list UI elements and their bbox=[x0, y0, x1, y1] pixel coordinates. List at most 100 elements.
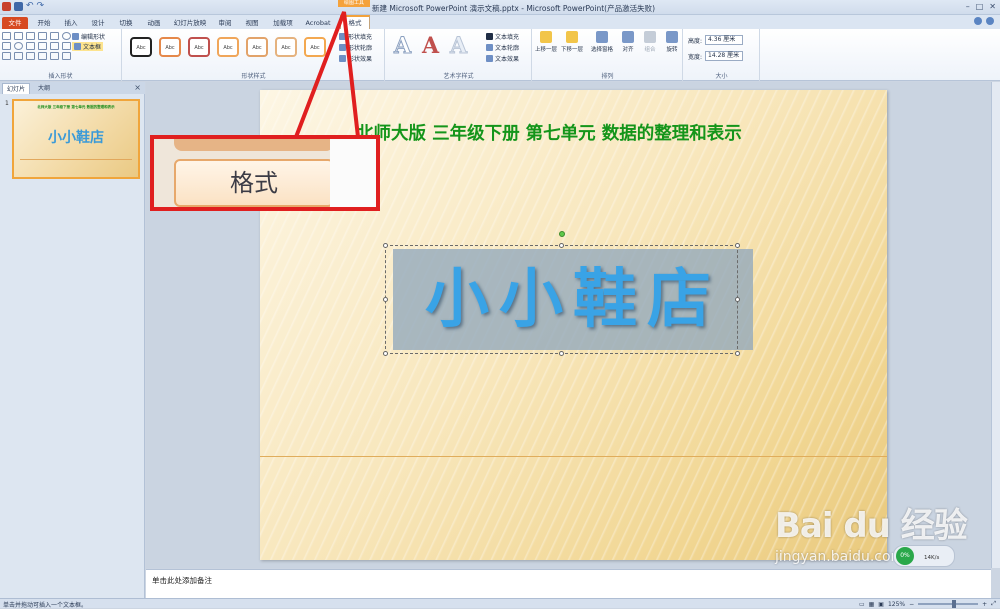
zoom-slider-thumb[interactable] bbox=[952, 600, 957, 608]
height-input[interactable]: 4.36 厘米 bbox=[705, 35, 744, 45]
rotation-handle[interactable] bbox=[559, 231, 565, 237]
normal-view-icon[interactable]: ▭ bbox=[859, 601, 865, 608]
tab-design[interactable]: 设计 bbox=[86, 17, 110, 29]
shape-scroll-icon[interactable] bbox=[62, 52, 71, 60]
powerpoint-app-icon[interactable] bbox=[2, 2, 11, 11]
tab-addins[interactable]: 加载项 bbox=[268, 17, 298, 29]
redo-icon[interactable]: ↷ bbox=[37, 2, 45, 11]
shape-style-swatch[interactable]: Abc bbox=[304, 37, 326, 57]
shape-outline-button[interactable]: 形状轮廓 bbox=[339, 43, 372, 52]
zoom-out-icon[interactable]: − bbox=[909, 601, 914, 608]
shape-effects-button[interactable]: 形状效果 bbox=[339, 54, 372, 63]
bring-forward-icon bbox=[540, 31, 552, 43]
text-box-button[interactable]: 文本框 bbox=[72, 42, 104, 51]
zoom-in-icon[interactable]: + bbox=[982, 601, 987, 608]
tab-slides[interactable]: 幻灯片 bbox=[2, 83, 31, 94]
tab-acrobat[interactable]: Acrobat bbox=[302, 17, 334, 29]
close-pane-icon[interactable]: × bbox=[134, 83, 141, 92]
shape-more-icon[interactable] bbox=[62, 42, 71, 50]
shape-triangle-icon[interactable] bbox=[26, 42, 35, 50]
wordart-style-plain[interactable]: A bbox=[393, 33, 411, 60]
fit-slide-icon[interactable]: ⤢ bbox=[991, 600, 996, 608]
shape-brace-icon[interactable] bbox=[26, 52, 35, 60]
bring-forward-button[interactable]: 上移一层 bbox=[535, 31, 557, 53]
baidu-logo: Bai du 经验 bbox=[775, 506, 968, 546]
shape-textbox-icon[interactable] bbox=[14, 32, 23, 40]
width-input[interactable]: 14.28 厘米 bbox=[705, 51, 744, 61]
tab-home[interactable]: 开始 bbox=[32, 17, 56, 29]
close-icon[interactable]: ✕ bbox=[989, 2, 996, 11]
align-button[interactable]: 对齐 bbox=[617, 31, 639, 53]
shape-style-swatch[interactable]: Abc bbox=[188, 37, 210, 57]
help-icon[interactable] bbox=[986, 17, 994, 25]
wordart-style-light[interactable]: A bbox=[449, 33, 467, 60]
resize-handle[interactable] bbox=[559, 243, 564, 248]
tab-outline[interactable]: 大纲 bbox=[34, 83, 54, 94]
save-icon[interactable] bbox=[14, 2, 23, 11]
shape-style-swatch[interactable]: Abc bbox=[130, 37, 152, 57]
text-fill-button[interactable]: 文本填充 bbox=[486, 32, 519, 41]
tab-slideshow[interactable]: 幻灯片放映 bbox=[170, 17, 210, 29]
tab-file[interactable]: 文件 bbox=[2, 17, 28, 29]
shape-rectangle-icon[interactable] bbox=[2, 32, 11, 40]
shape-rect-icon[interactable] bbox=[50, 32, 59, 40]
tab-review[interactable]: 审阅 bbox=[214, 17, 236, 29]
text-effects-button[interactable]: 文本效果 bbox=[486, 54, 519, 63]
shape-rtriangle-icon[interactable] bbox=[50, 42, 59, 50]
resize-handle[interactable] bbox=[383, 351, 388, 356]
shape-elbow-icon[interactable] bbox=[38, 42, 47, 50]
tab-transitions[interactable]: 切换 bbox=[114, 17, 138, 29]
shape-oval-icon[interactable] bbox=[62, 32, 71, 40]
tab-animations[interactable]: 动画 bbox=[142, 17, 166, 29]
send-backward-icon bbox=[566, 31, 578, 43]
resize-handle[interactable] bbox=[383, 243, 388, 248]
bring-forward-label: 上移一层 bbox=[535, 47, 558, 53]
shape-star-icon[interactable] bbox=[50, 52, 59, 60]
send-backward-button[interactable]: 下移一层 bbox=[561, 31, 583, 53]
resize-handle[interactable] bbox=[735, 243, 740, 248]
shape-square-icon[interactable] bbox=[2, 42, 11, 50]
shape-curve-icon[interactable] bbox=[2, 52, 11, 60]
maximize-icon[interactable]: □ bbox=[976, 2, 984, 11]
wordart-style-red[interactable]: A bbox=[422, 33, 439, 59]
tab-view[interactable]: 视图 bbox=[240, 17, 264, 29]
slide-thumbnail[interactable]: 北师大版 三年级下册 第七单元 数据的整理和表示 小小鞋店 bbox=[12, 99, 140, 179]
shape-fill-button[interactable]: 形状填充 bbox=[339, 32, 372, 41]
zoom-slider[interactable] bbox=[918, 600, 979, 608]
resize-handle[interactable] bbox=[383, 297, 388, 302]
rotate-button[interactable]: 旋转 bbox=[661, 31, 683, 53]
group-button[interactable]: 组合 bbox=[639, 31, 661, 53]
resize-handle[interactable] bbox=[735, 297, 740, 302]
tab-format[interactable]: 格式 bbox=[340, 15, 370, 29]
callout-right-edge bbox=[330, 139, 376, 207]
shape-bracket-icon[interactable] bbox=[38, 52, 47, 60]
shape-style-swatch[interactable]: Abc bbox=[159, 37, 181, 57]
shape-style-swatch[interactable]: Abc bbox=[246, 37, 268, 57]
shape-arc-icon[interactable] bbox=[14, 52, 23, 60]
resize-handle[interactable] bbox=[735, 351, 740, 356]
vertical-scrollbar[interactable] bbox=[991, 82, 1000, 568]
collapse-ribbon-icon[interactable] bbox=[974, 17, 982, 25]
zoom-level[interactable]: 125% bbox=[888, 601, 905, 608]
network-speed-widget[interactable]: 0% 14K/s bbox=[893, 545, 955, 567]
shape-line-icon[interactable] bbox=[26, 32, 35, 40]
selection-pane-icon bbox=[596, 31, 608, 43]
selection-pane-button[interactable]: 选择窗格 bbox=[591, 31, 613, 53]
text-outline-button[interactable]: 文本轮廓 bbox=[486, 43, 519, 52]
resize-handle[interactable] bbox=[559, 351, 564, 356]
undo-icon[interactable]: ↶ bbox=[26, 2, 34, 11]
align-icon bbox=[622, 31, 634, 43]
minimize-icon[interactable]: – bbox=[966, 2, 970, 11]
reading-view-icon[interactable]: ▣ bbox=[878, 601, 884, 608]
edit-shape-button[interactable]: 编辑形状 bbox=[72, 32, 105, 41]
notes-pane[interactable]: 单击此处添加备注 bbox=[146, 569, 991, 598]
shape-style-swatch[interactable]: Abc bbox=[217, 37, 239, 57]
slide-subtitle[interactable]: 北师大版 三年级下册 第七单元 数据的整理和表示 bbox=[356, 120, 876, 145]
rotate-icon bbox=[666, 31, 678, 43]
sorter-view-icon[interactable]: ▦ bbox=[869, 601, 875, 608]
shape-gallery[interactable] bbox=[2, 32, 72, 60]
shape-style-swatch[interactable]: Abc bbox=[275, 37, 297, 57]
shape-circle-icon[interactable] bbox=[14, 42, 23, 50]
tab-insert[interactable]: 插入 bbox=[60, 17, 82, 29]
shape-arrow-icon[interactable] bbox=[38, 32, 47, 40]
